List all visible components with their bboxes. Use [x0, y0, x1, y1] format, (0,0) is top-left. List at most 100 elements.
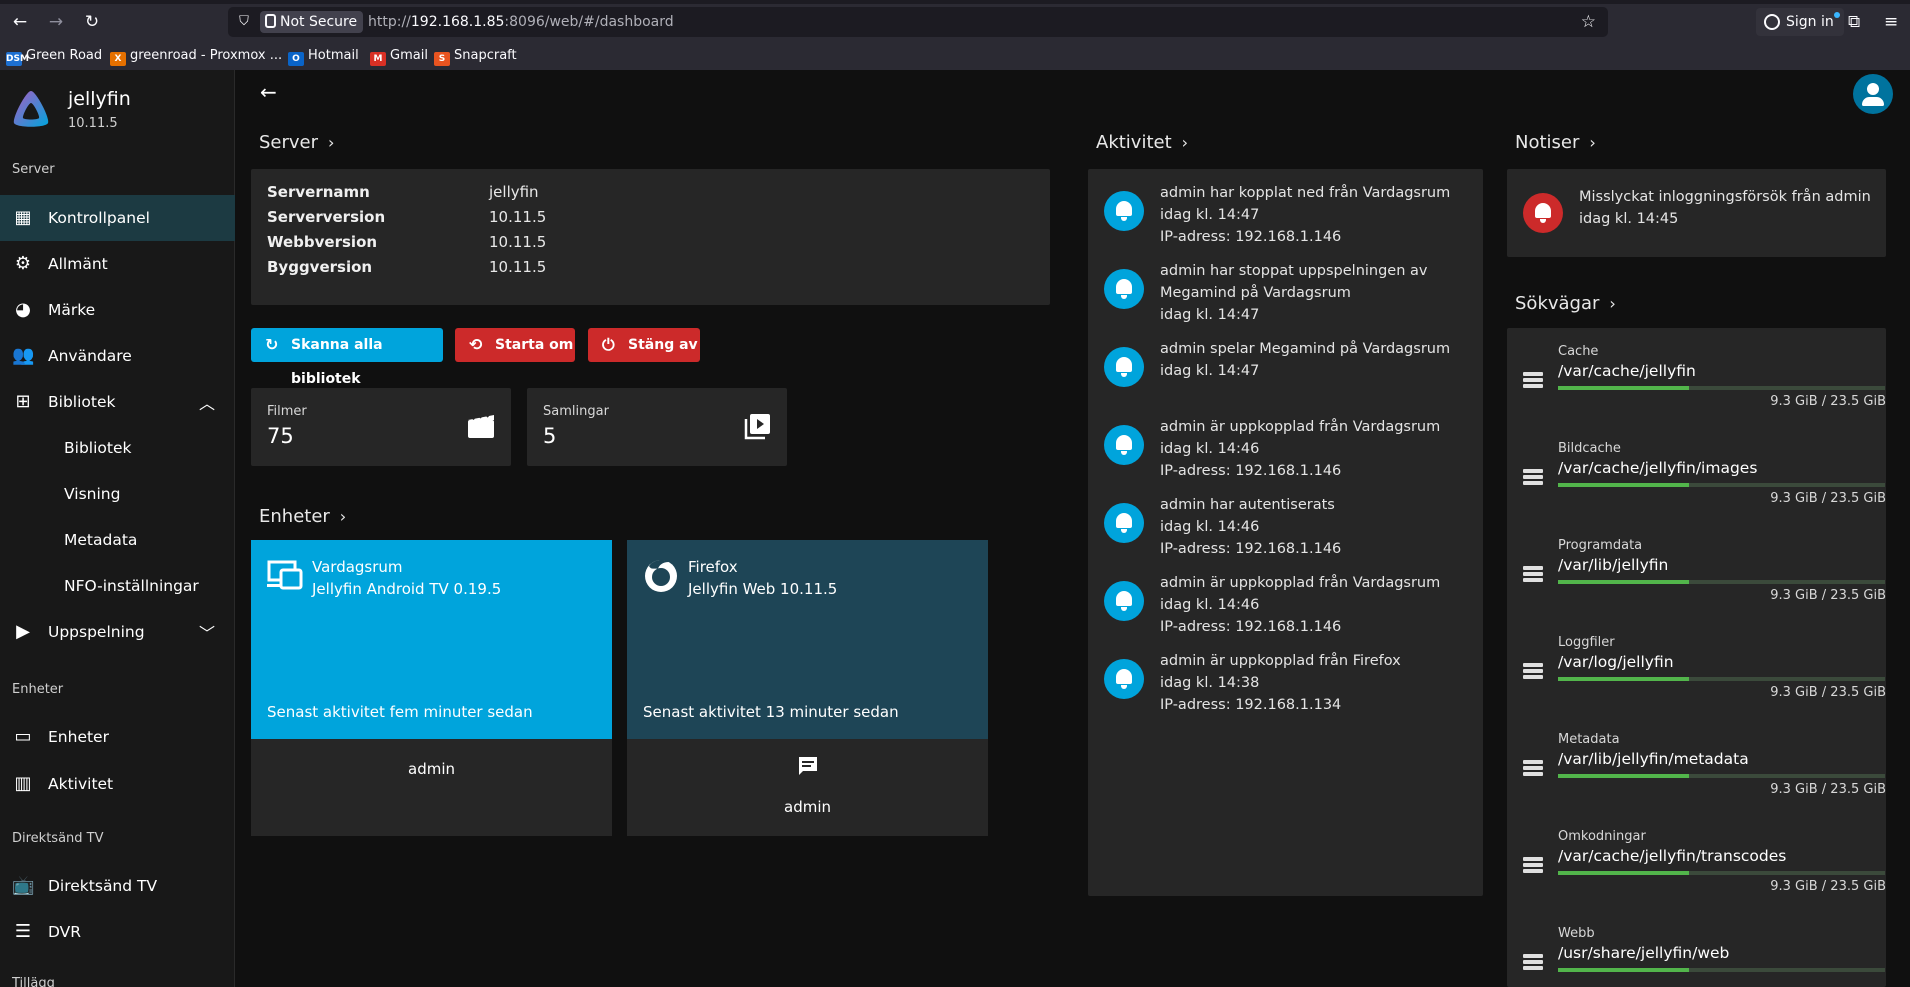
- back-arrow-icon[interactable]: ←: [260, 80, 277, 104]
- sidebar-item-kontrollpanel[interactable]: ▦ Kontrollpanel: [0, 195, 235, 241]
- server-heading[interactable]: Server ›: [259, 132, 334, 153]
- chevron-right-icon: ›: [328, 133, 335, 152]
- alerts-heading[interactable]: Notiser ›: [1515, 132, 1596, 153]
- extensions-icon[interactable]: ⧉: [1848, 12, 1860, 32]
- user-avatar[interactable]: [1853, 74, 1893, 114]
- bell-icon: [1104, 503, 1144, 543]
- sign-in-button[interactable]: Sign in: [1756, 8, 1844, 36]
- address-bar[interactable]: ⛉ Not Secure http://192.168.1.85:8096/we…: [228, 7, 1608, 37]
- path-item[interactable]: Metadata/var/lib/jellyfin/metadata 9.3 Gi…: [1507, 716, 1886, 813]
- bell-icon: [1523, 193, 1563, 233]
- usage-bar: [1558, 483, 1885, 487]
- stat-label: Filmer: [267, 404, 307, 419]
- sidebar-item-visning[interactable]: Visning: [0, 471, 235, 517]
- sidebar-item-nfo[interactable]: NFO-inställningar: [0, 563, 235, 609]
- sidebar-item-dvr[interactable]: ☰ DVR: [0, 909, 235, 955]
- sidebar-item-aktivitet[interactable]: ▥ Aktivitet: [0, 761, 235, 807]
- sidebar-item-label: Uppspelning: [48, 623, 145, 641]
- activity-item[interactable]: admin är uppkopplad från Vardagsrum idag …: [1088, 567, 1483, 647]
- usage-bar-fill: [1558, 871, 1689, 875]
- restart-button[interactable]: ⟲ Starta om: [455, 328, 575, 362]
- stat-label: Samlingar: [543, 404, 609, 419]
- sidebar-item-marke[interactable]: ◕ Märke: [0, 287, 235, 333]
- path-item[interactable]: Cache/var/cache/jellyfin 9.3 GiB / 23.5 G…: [1507, 328, 1886, 425]
- chart-icon: ▥: [14, 773, 32, 794]
- activity-item[interactable]: admin är uppkopplad från Vardagsrum idag …: [1088, 411, 1483, 491]
- shield-icon[interactable]: ⛉: [236, 13, 252, 31]
- sidebar-item-enheter[interactable]: ▭ Enheter: [0, 714, 235, 760]
- bookmark-item[interactable]: DSMGreen Road: [6, 47, 102, 66]
- storage-icon-bar: [1523, 669, 1543, 673]
- server-info-value: jellyfin: [489, 183, 539, 201]
- activity-line: admin spelar Megamind på Vardagsrum: [1160, 341, 1451, 357]
- snapcraft-icon: S: [434, 52, 450, 66]
- account-icon: [1764, 14, 1780, 30]
- security-indicator[interactable]: Not Secure: [260, 11, 364, 33]
- path-item[interactable]: Loggfiler/var/log/jellyfin 9.3 GiB / 23.5…: [1507, 619, 1886, 716]
- sidebar-item-uppspelning[interactable]: ▶ Uppspelning ﹀: [0, 609, 235, 655]
- activity-item[interactable]: admin har autentiserats idag kl. 14:46 IP-…: [1088, 489, 1483, 569]
- url-text[interactable]: http://192.168.1.85:8096/web/#/dashboard: [368, 13, 674, 31]
- storage-icon-bar: [1523, 960, 1543, 964]
- storage-icon-bar: [1523, 378, 1543, 382]
- forward-icon[interactable]: →: [44, 12, 68, 32]
- device-card-vardagsrum[interactable]: Vardagsrum Jellyfin Android TV 0.19.5 Se…: [251, 540, 612, 836]
- paths-heading[interactable]: Sökvägar ›: [1515, 293, 1616, 314]
- server-info-panel: Servernamn jellyfin Serverversion 10.11.5 We…: [251, 169, 1050, 305]
- activity-item[interactable]: admin spelar Megamind på Vardagsrum idag …: [1088, 333, 1483, 413]
- collections-stat-card[interactable]: Samlingar 5: [527, 388, 787, 466]
- activity-line: admin har autentiserats: [1160, 497, 1335, 513]
- activity-line: IP-adress: 192.168.1.134: [1160, 697, 1342, 713]
- alert-item[interactable]: Misslyckat inloggningsförsök från admin …: [1507, 169, 1886, 257]
- activity-heading[interactable]: Aktivitet ›: [1096, 132, 1188, 153]
- sidebar-item-label: NFO-inställningar: [64, 577, 199, 595]
- usage-bar-fill: [1558, 580, 1689, 584]
- chevron-down-icon[interactable]: ﹀: [199, 620, 215, 644]
- sidebar-item-label: Metadata: [64, 531, 138, 549]
- movies-stat-card[interactable]: Filmer 75: [251, 388, 511, 466]
- activity-item[interactable]: admin har kopplat ned från Vardagsrum ida…: [1088, 177, 1483, 257]
- sidebar-item-anvandare[interactable]: 👥 Användare: [0, 333, 235, 379]
- menu-icon[interactable]: ≡: [1884, 12, 1898, 32]
- devices-heading[interactable]: Enheter ›: [259, 506, 346, 527]
- device-card-firefox[interactable]: Firefox Jellyfin Web 10.11.5 Senast akti…: [627, 540, 988, 836]
- palette-icon: ◕: [15, 299, 31, 320]
- play-circle-icon: ▶: [16, 621, 30, 642]
- url-scheme: http://: [368, 14, 411, 30]
- activity-item[interactable]: admin har stoppat uppspelningen av Megami…: [1088, 255, 1483, 335]
- path-value: /var/cache/jellyfin/transcodes: [1558, 847, 1787, 865]
- nav-section-devices: Enheter: [12, 682, 64, 697]
- device-name: Firefox: [688, 558, 738, 576]
- bookmark-item[interactable]: M Gmail: [370, 47, 428, 66]
- path-item[interactable]: Bildcache/var/cache/jellyfin/images 9.3 G…: [1507, 425, 1886, 522]
- reload-icon[interactable]: ↻: [80, 12, 104, 32]
- message-icon[interactable]: [797, 755, 819, 777]
- activity-item[interactable]: admin är uppkopplad från Firefox idag kl.…: [1088, 645, 1483, 725]
- bell-icon: [1104, 425, 1144, 465]
- path-value: /var/log/jellyfin: [1558, 653, 1674, 671]
- path-item[interactable]: Webb/usr/share/jellyfin/web: [1507, 910, 1886, 987]
- bell-glyph: [1116, 669, 1132, 689]
- usage-bar-fill: [1558, 483, 1689, 487]
- path-item[interactable]: Programdata/var/lib/jellyfin 9.3 GiB / 23…: [1507, 522, 1886, 619]
- bookmark-item[interactable]: O Hotmail: [288, 47, 359, 66]
- bookmark-item[interactable]: S Snapcraft: [434, 47, 517, 66]
- activity-line: idag kl. 14:46: [1160, 597, 1260, 613]
- bookmark-item[interactable]: Xgreenroad - Proxmox ...: [110, 47, 282, 66]
- back-icon[interactable]: ←: [8, 12, 32, 32]
- dashboard-icon: ▦: [14, 207, 32, 228]
- scan-all-libraries-button[interactable]: ↻ Skanna alla bibliotek: [251, 328, 443, 387]
- shutdown-button[interactable]: ⏻ Stäng av: [588, 328, 700, 362]
- sidebar-item-bibliotek[interactable]: ⊞ Bibliotek ︿: [0, 379, 235, 425]
- path-value: /var/lib/jellyfin: [1558, 556, 1669, 574]
- stat-value: 75: [267, 424, 294, 448]
- sidebar-item-bibliotek-sub[interactable]: Bibliotek: [0, 425, 235, 471]
- sidebar-item-metadata[interactable]: Metadata: [0, 517, 235, 563]
- storage-icon-bar: [1523, 578, 1543, 582]
- chevron-up-icon[interactable]: ︿: [199, 390, 215, 414]
- path-usage: 9.3 GiB / 23.5 GiB: [1770, 394, 1886, 409]
- bookmark-star-icon[interactable]: ☆: [1581, 12, 1596, 32]
- sidebar-item-allmant[interactable]: ⚙ Allmänt: [0, 241, 235, 287]
- sidebar-item-livetv[interactable]: 📺 Direktsänd TV: [0, 863, 235, 909]
- path-item[interactable]: Omkodningar/var/cache/jellyfin/transcode…: [1507, 813, 1886, 910]
